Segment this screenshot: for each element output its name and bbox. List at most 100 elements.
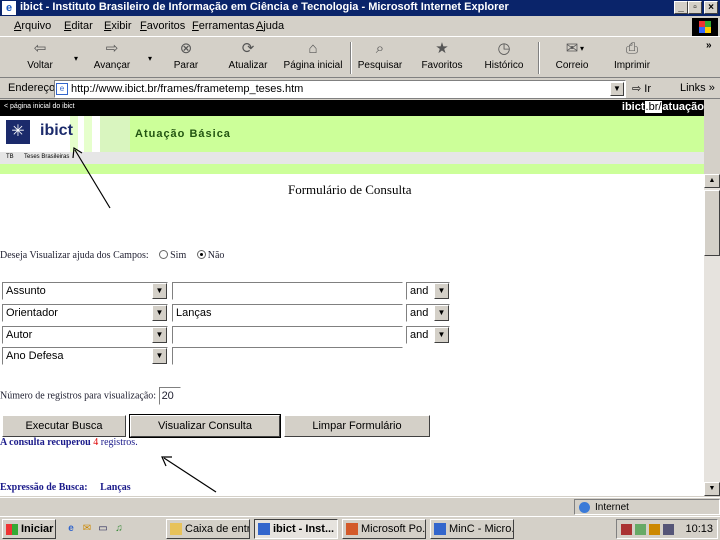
globe-icon bbox=[579, 502, 590, 513]
back-button[interactable]: ⇦ Voltar bbox=[14, 40, 66, 76]
help-question: Deseja Visualizar ajuda dos Campos: bbox=[0, 250, 149, 261]
menu-ajuda[interactable]: Ajuda bbox=[256, 20, 284, 32]
toolbar-separator bbox=[350, 42, 352, 74]
records-per-page-row: Número de registros para visualização: 2… bbox=[0, 387, 181, 405]
network-icon[interactable] bbox=[635, 524, 646, 535]
status-bar: Internet bbox=[0, 497, 720, 515]
scroll-up-icon[interactable]: ▲ bbox=[704, 174, 720, 188]
volume-icon[interactable] bbox=[649, 524, 660, 535]
favorites-folder-icon: ★ bbox=[435, 40, 449, 57]
breadcrumb-item-teses[interactable]: Teses Brasileiras bbox=[24, 154, 69, 160]
back-dropdown-icon[interactable]: ▾ bbox=[74, 54, 78, 63]
stop-button[interactable]: ⊗ Parar bbox=[160, 40, 212, 76]
term-input-1[interactable] bbox=[172, 282, 403, 300]
menu-exibir[interactable]: Exibir bbox=[104, 20, 132, 32]
go-button[interactable]: ⇨ Ir bbox=[632, 82, 651, 95]
antivirus-icon[interactable] bbox=[621, 524, 632, 535]
forward-arrow-icon: ⇨ bbox=[105, 40, 119, 57]
close-button[interactable]: × bbox=[704, 1, 718, 14]
history-icon: ◷ bbox=[497, 40, 511, 57]
execute-search-button[interactable]: Executar Busca bbox=[2, 415, 126, 437]
title-bar: e ibict - Instituto Brasileiro de Inform… bbox=[0, 0, 720, 16]
toolbar-more-chevron-icon[interactable]: » bbox=[706, 40, 712, 51]
term-input-3[interactable] bbox=[172, 326, 403, 344]
term-input-2[interactable]: Lanças bbox=[172, 304, 403, 322]
task-minc[interactable]: MinC - Micro... bbox=[430, 519, 514, 539]
maximize-button[interactable]: ▫ bbox=[688, 1, 702, 14]
help-yes-radio[interactable] bbox=[159, 250, 169, 259]
security-zone: Internet bbox=[574, 499, 720, 515]
operator-select-1[interactable]: and ▼ bbox=[406, 282, 450, 300]
menu-editar[interactable]: Editar bbox=[64, 20, 93, 32]
scroll-thumb[interactable] bbox=[704, 190, 720, 256]
toolbar-separator bbox=[538, 42, 540, 74]
links-button[interactable]: Links » bbox=[680, 82, 715, 94]
header-band-bottom bbox=[0, 164, 704, 174]
address-bar: Endereço http://www.ibict.br/frames/fram… bbox=[0, 79, 720, 99]
breadcrumb-item-tb[interactable]: TB bbox=[6, 154, 14, 160]
mail-dropdown-icon[interactable]: ▾ bbox=[580, 44, 584, 53]
records-input[interactable]: 20 bbox=[158, 387, 181, 405]
address-input[interactable]: http://www.ibict.br/frames/frametemp_tes… bbox=[54, 80, 626, 98]
forward-button[interactable]: ⇨ Avançar bbox=[86, 40, 138, 76]
help-toggle-row: Deseja Visualizar ajuda dos Campos: Sim … bbox=[0, 250, 224, 261]
favorites-button[interactable]: ★ Favoritos bbox=[416, 40, 468, 76]
field-select-3[interactable]: Autor ▼ bbox=[2, 326, 168, 344]
window-title: ibict - Instituto Brasileiro de Informaç… bbox=[20, 1, 509, 13]
ibict-logo[interactable]: ✳ ibict bbox=[0, 116, 130, 152]
scroll-down-icon[interactable]: ▼ bbox=[704, 482, 720, 496]
task-ibict[interactable]: ibict - Inst... bbox=[254, 519, 338, 539]
search-expression: Expressão de Busca: Lanças bbox=[0, 482, 131, 493]
history-button[interactable]: ◷ Histórico bbox=[478, 40, 530, 76]
help-no-label: Não bbox=[207, 250, 225, 261]
print-button[interactable]: ⎙ Imprimir bbox=[606, 40, 658, 76]
expression-label: Expressão de Busca: bbox=[0, 482, 88, 493]
section-title: Atuação Básica bbox=[135, 128, 231, 140]
ie-icon[interactable]: e bbox=[2, 1, 16, 15]
forward-dropdown-icon[interactable]: ▾ bbox=[148, 54, 152, 63]
ie-quicklaunch-icon[interactable]: e bbox=[64, 522, 78, 536]
windows-flag-icon bbox=[6, 524, 18, 535]
breadcrumb: TB Teses Brasileiras bbox=[0, 152, 704, 164]
home-button[interactable]: ⌂ Página inicial bbox=[282, 40, 344, 76]
task-powerpoint[interactable]: Microsoft Po... bbox=[342, 519, 426, 539]
system-tray: 10:13 bbox=[616, 519, 718, 539]
menu-bar: Arquivo Editar Exibir Favoritos Ferramen… bbox=[0, 17, 720, 37]
menu-arquivo[interactable]: Arquivo bbox=[14, 20, 51, 32]
search-button[interactable]: ⌕ Pesquisar bbox=[354, 40, 406, 76]
menu-ferramentas[interactable]: Ferramentas bbox=[192, 20, 254, 32]
operator-select-2[interactable]: and ▼ bbox=[406, 304, 450, 322]
field-select-4[interactable]: Ano Defesa ▼ bbox=[2, 347, 168, 365]
media-quicklaunch-icon[interactable]: ♫ bbox=[112, 522, 126, 536]
refresh-icon: ⟳ bbox=[241, 40, 255, 57]
help-yes-label: Sim bbox=[170, 250, 187, 261]
menu-favoritos[interactable]: Favoritos bbox=[140, 20, 185, 32]
view-query-button[interactable]: Visualizar Consulta bbox=[129, 414, 281, 438]
clear-form-button[interactable]: Limpar Formulário bbox=[284, 415, 430, 437]
start-button[interactable]: Iniciar bbox=[2, 519, 56, 539]
site-top-bar: < página inicial do ibict ibict.br/atuaç… bbox=[0, 100, 704, 116]
windows-logo-icon bbox=[692, 18, 718, 36]
clock[interactable]: 10:13 bbox=[685, 523, 713, 535]
field-select-1[interactable]: Assunto ▼ bbox=[2, 282, 168, 300]
desktop-quicklaunch-icon[interactable]: ▭ bbox=[96, 522, 110, 536]
site-domain: ibict.br/atuação bbox=[621, 101, 704, 113]
chevron-down-icon: ▼ bbox=[152, 348, 167, 364]
home-link[interactable]: < página inicial do ibict bbox=[4, 103, 75, 110]
operator-select-3[interactable]: and ▼ bbox=[406, 326, 450, 344]
vertical-scrollbar[interactable]: ▲ ▼ bbox=[704, 174, 720, 496]
toolbar: ⇦ Voltar ▾ ⇨ Avançar ▾ ⊗ Parar ⟳ Atualizar ⌂… bbox=[0, 38, 720, 78]
ie-icon bbox=[258, 523, 270, 535]
help-no-radio[interactable] bbox=[196, 250, 206, 259]
chevron-down-icon: ▼ bbox=[152, 305, 167, 321]
mail-button[interactable]: ✉ Correio bbox=[546, 40, 598, 76]
tray-app-icon[interactable] bbox=[663, 524, 674, 535]
result-summary: A consulta recuperou 4 registros. bbox=[0, 437, 138, 448]
address-dropdown-icon[interactable]: ▼ bbox=[610, 82, 624, 96]
task-inbox[interactable]: Caixa de entr... bbox=[166, 519, 250, 539]
refresh-button[interactable]: ⟳ Atualizar bbox=[222, 40, 274, 76]
field-select-2[interactable]: Orientador ▼ bbox=[2, 304, 168, 322]
outlook-quicklaunch-icon[interactable]: ✉ bbox=[80, 522, 94, 536]
minimize-button[interactable]: _ bbox=[674, 1, 688, 14]
term-input-4[interactable] bbox=[172, 347, 403, 365]
